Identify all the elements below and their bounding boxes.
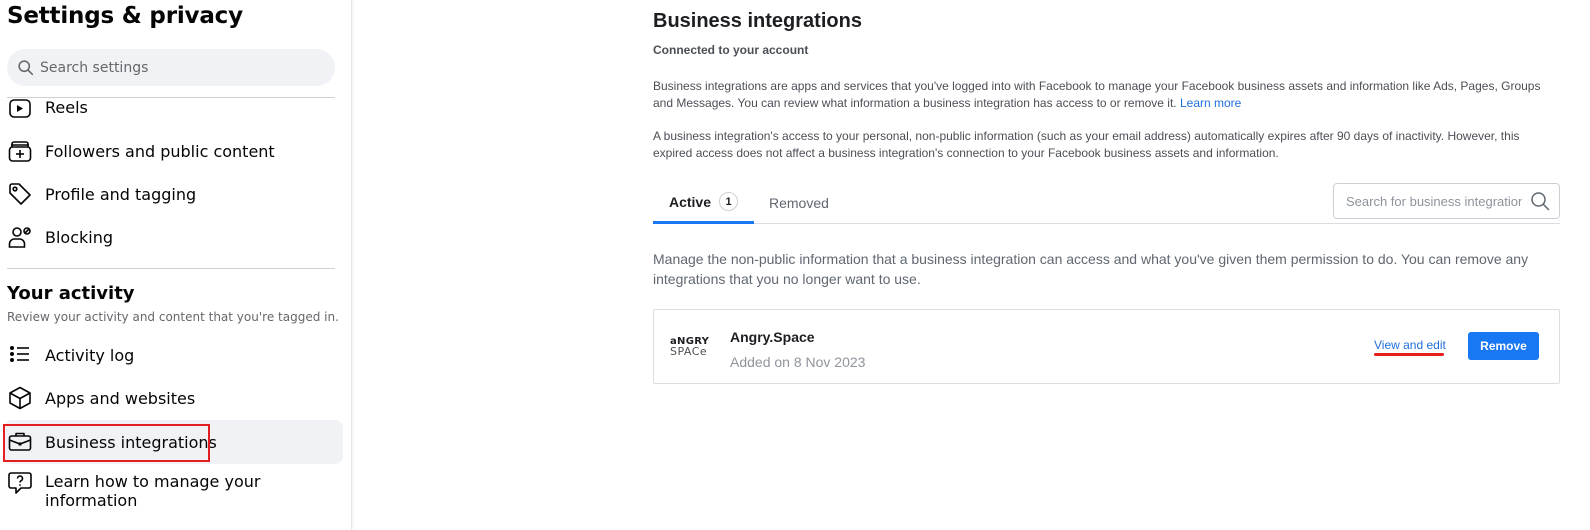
sidebar-item-followers[interactable]: Followers and public content bbox=[4, 129, 343, 173]
sidebar-item-label: Apps and websites bbox=[45, 388, 196, 408]
help-bubble-icon bbox=[7, 470, 33, 496]
sidebar-item-label: Business integrations bbox=[45, 432, 217, 452]
settings-sidebar: Settings & privacy Reels Followers and p… bbox=[0, 0, 352, 530]
tag-icon bbox=[7, 181, 33, 207]
integration-name: Angry.Space bbox=[730, 329, 815, 345]
expiry-paragraph: A business integration's access to your … bbox=[653, 129, 1520, 160]
sidebar-item-label: Learn how to manage your information bbox=[45, 472, 261, 510]
sidebar-item-label: Reels bbox=[45, 97, 88, 117]
sidebar-item-apps-websites[interactable]: Apps and websites bbox=[4, 376, 343, 420]
sidebar-item-label: Blocking bbox=[45, 227, 114, 247]
remove-button[interactable]: Remove bbox=[1468, 332, 1539, 360]
divider bbox=[7, 268, 335, 269]
integration-added-date: Added on 8 Nov 2023 bbox=[730, 354, 866, 370]
integration-row: aNGRY SPACe Angry.Space Added on 8 Nov 2… bbox=[653, 309, 1560, 384]
sidebar-item-business-integrations[interactable]: Business integrations bbox=[4, 420, 343, 464]
section-subtitle: Review your activity and content that yo… bbox=[7, 310, 339, 324]
sidebar-title: Settings & privacy bbox=[7, 3, 243, 29]
page-subtitle: Connected to your account bbox=[653, 43, 809, 57]
manage-description: Manage the non-public information that a… bbox=[653, 251, 1529, 287]
logo-line2: SPACe bbox=[670, 345, 708, 358]
business-integration-search-input[interactable] bbox=[1346, 193, 1522, 209]
tab-active[interactable]: Active 1 bbox=[653, 182, 754, 224]
sidebar-item-learn-manage-info[interactable]: Learn how to manage your information bbox=[4, 467, 343, 517]
sidebar-item-label: Activity log bbox=[45, 345, 135, 365]
intro-paragraph: Business integrations are apps and servi… bbox=[653, 78, 1560, 112]
sidebar-item-activity-log[interactable]: Activity log bbox=[4, 333, 343, 377]
section-title-your-activity: Your activity bbox=[7, 283, 135, 304]
settings-search-input[interactable] bbox=[40, 59, 310, 76]
cube-icon bbox=[7, 385, 33, 411]
business-integration-search[interactable] bbox=[1333, 183, 1560, 219]
list-icon bbox=[7, 342, 33, 368]
sidebar-item-reels[interactable]: Reels bbox=[4, 85, 343, 129]
reels-icon bbox=[7, 94, 33, 120]
intro-text: Business integrations are apps and servi… bbox=[653, 79, 1541, 110]
search-icon bbox=[18, 60, 34, 76]
sidebar-item-label: Profile and tagging bbox=[45, 184, 197, 204]
view-and-edit-link[interactable]: View and edit bbox=[1374, 338, 1446, 352]
sidebar-item-profile-tagging[interactable]: Profile and tagging bbox=[4, 172, 343, 216]
block-user-icon bbox=[7, 224, 33, 250]
tab-label: Removed bbox=[769, 194, 829, 211]
count-badge: 1 bbox=[719, 192, 739, 211]
search-icon[interactable] bbox=[1530, 191, 1550, 211]
tab-removed[interactable]: Removed bbox=[769, 182, 829, 223]
followers-icon bbox=[7, 138, 33, 164]
learn-more-link[interactable]: Learn more bbox=[1180, 96, 1241, 110]
sidebar-item-label: Followers and public content bbox=[45, 141, 275, 161]
settings-search[interactable] bbox=[7, 49, 335, 86]
tab-label: Active bbox=[668, 193, 712, 210]
page-title: Business integrations bbox=[653, 10, 862, 32]
integration-logo: aNGRY SPACe bbox=[670, 337, 716, 358]
annotation-underline bbox=[1374, 353, 1444, 356]
briefcase-icon bbox=[7, 429, 33, 455]
sidebar-item-blocking[interactable]: Blocking bbox=[4, 215, 343, 259]
